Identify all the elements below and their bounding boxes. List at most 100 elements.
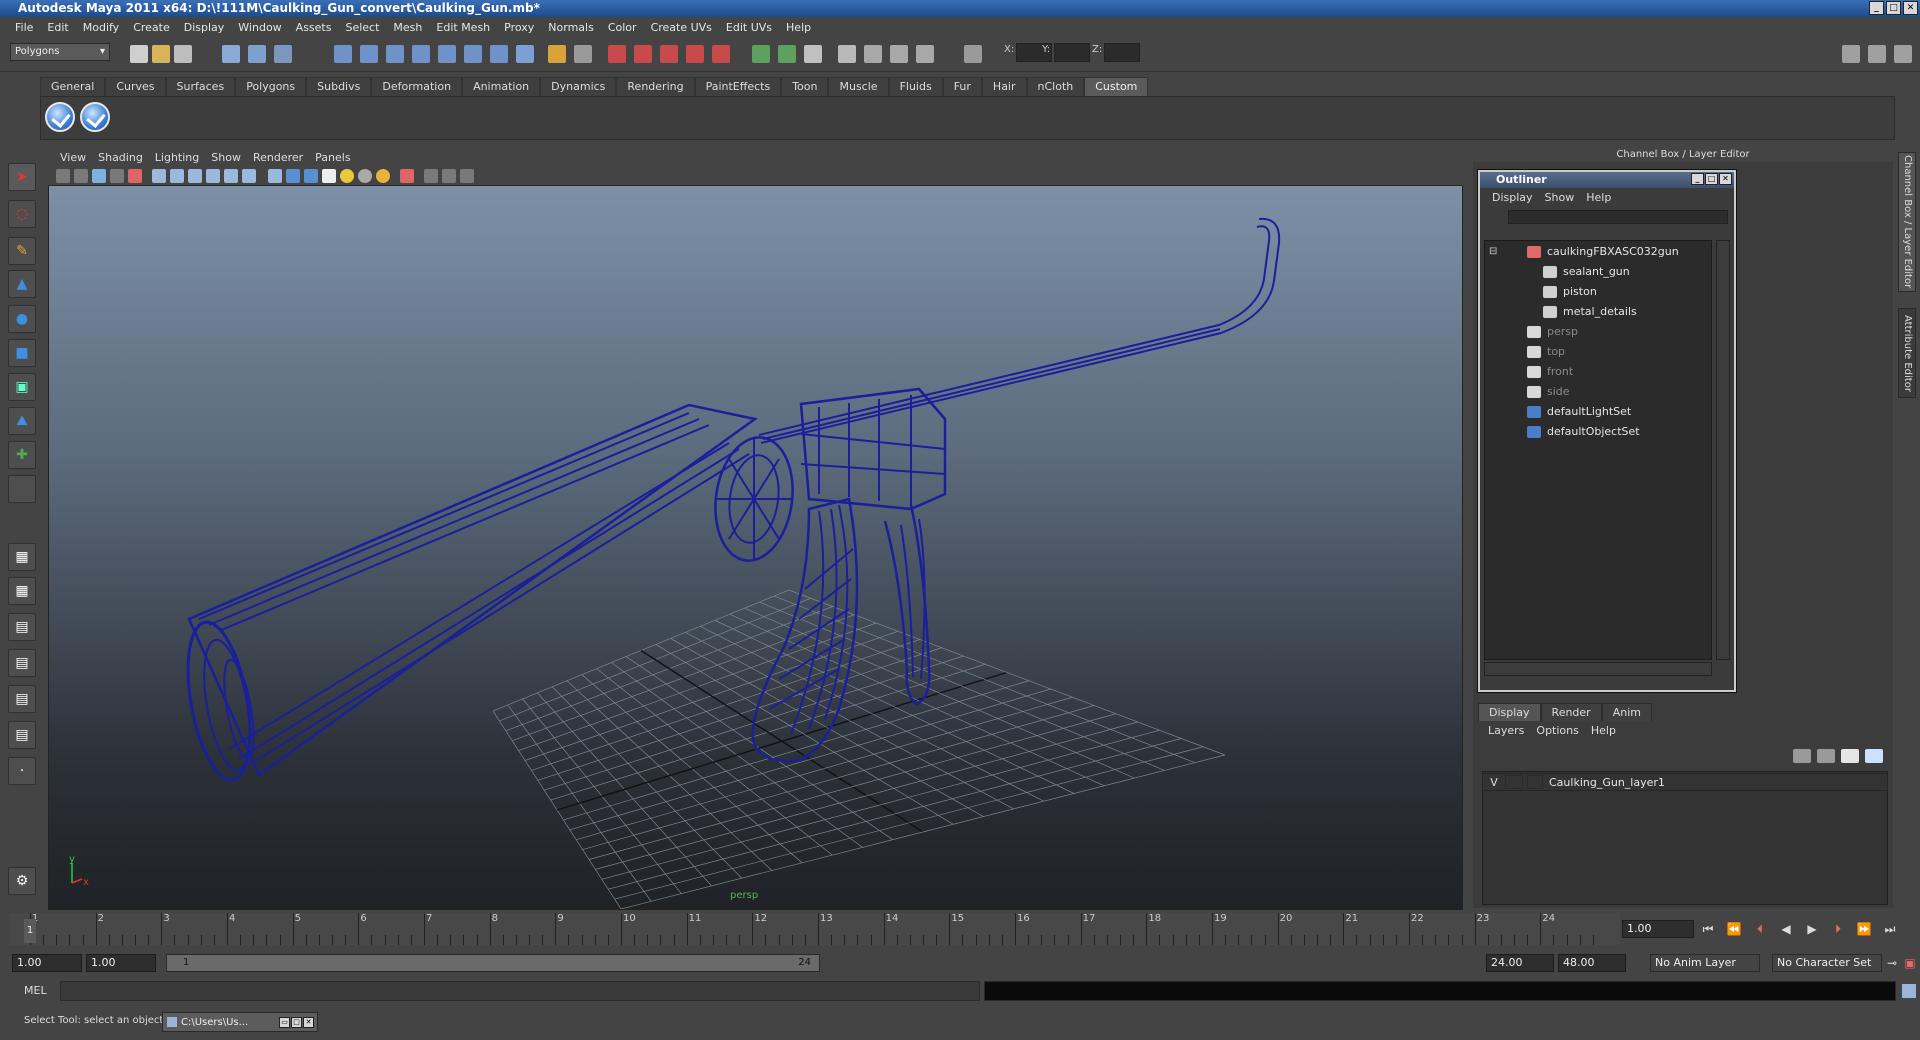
menu-create-uvs[interactable]: Create UVs	[644, 21, 719, 34]
menu-edit-mesh[interactable]: Edit Mesh	[429, 21, 497, 34]
pick-rendering-icon[interactable]	[490, 45, 508, 63]
outliner-minimize-button[interactable]: _	[1691, 173, 1704, 185]
pick-handles-icon[interactable]	[334, 45, 352, 63]
outliner-item[interactable]: piston	[1543, 283, 1597, 301]
viewport-menu-lighting[interactable]: Lighting	[149, 151, 205, 164]
shelf-tab-general[interactable]: General	[40, 77, 106, 96]
new-layer-selected-icon[interactable]	[1865, 749, 1883, 763]
image-plane-icon[interactable]	[110, 169, 124, 183]
camera-attributes-icon[interactable]	[74, 169, 88, 183]
outliner-item[interactable]: metal_details	[1543, 303, 1637, 321]
field-chart-icon[interactable]	[206, 169, 220, 183]
toggle-channel-box-icon[interactable]	[1842, 45, 1860, 63]
outliner-title-bar[interactable]: Outliner _ □ ✕	[1480, 172, 1734, 188]
maximize-window-icon[interactable]: □	[291, 1016, 302, 1028]
safe-action-icon[interactable]	[224, 169, 238, 183]
outliner-item[interactable]: top	[1527, 343, 1565, 361]
pick-surfaces-icon[interactable]	[412, 45, 430, 63]
current-time-marker[interactable]: 1	[24, 919, 36, 943]
hypershade-layout-icon[interactable]: ▤	[8, 685, 36, 713]
shelf-tab-rendering[interactable]: Rendering	[616, 77, 695, 96]
last-tool-icon[interactable]	[8, 475, 36, 503]
select-component-icon[interactable]	[274, 45, 292, 63]
outliner-close-button[interactable]: ✕	[1719, 173, 1732, 185]
select-object-icon[interactable]	[248, 45, 266, 63]
outliner-maximize-button[interactable]: □	[1705, 173, 1718, 185]
snap-view-plane-icon[interactable]	[686, 45, 704, 63]
output-ops-icon[interactable]	[778, 45, 796, 63]
maximize-button[interactable]: □	[1886, 1, 1901, 15]
command-language-label[interactable]: MEL	[24, 984, 47, 997]
xray-joints-icon[interactable]	[442, 169, 456, 183]
render-current-icon[interactable]	[864, 45, 882, 63]
bookmarks-icon[interactable]	[92, 169, 106, 183]
play-forwards-icon[interactable]: ▶	[1804, 921, 1820, 937]
construction-history-icon[interactable]	[804, 45, 822, 63]
menu-set-select[interactable]: Polygons ▾	[10, 43, 110, 61]
menu-color[interactable]: Color	[601, 21, 644, 34]
menu-edit[interactable]: Edit	[40, 21, 75, 34]
restore-window-icon[interactable]: ▭	[279, 1016, 290, 1028]
close-window-icon[interactable]: ✕	[303, 1016, 314, 1028]
outliner-menu-show[interactable]: Show	[1539, 191, 1581, 204]
shelf-tab-custom[interactable]: Custom	[1084, 77, 1149, 96]
new-empty-layer-icon[interactable]	[1841, 749, 1859, 763]
layer-menu-help[interactable]: Help	[1585, 724, 1622, 737]
toggle-attribute-editor-icon[interactable]	[1868, 45, 1886, 63]
z-field[interactable]	[1104, 43, 1140, 62]
layer-visibility-toggle[interactable]: V	[1483, 776, 1505, 789]
select-hierarchy-icon[interactable]	[222, 45, 240, 63]
script-editor-button-icon[interactable]	[1902, 984, 1916, 998]
smooth-shade-icon[interactable]	[286, 169, 300, 183]
outliner-item[interactable]: persp	[1527, 323, 1578, 341]
shelf-tab-dynamics[interactable]: Dynamics	[540, 77, 617, 96]
range-slider[interactable]: 1 24	[166, 954, 820, 972]
render-view-icon[interactable]	[838, 45, 856, 63]
go-to-start-icon[interactable]: ⏮	[1700, 921, 1716, 937]
new-scene-icon[interactable]	[130, 45, 148, 63]
play-backwards-icon[interactable]: ◀	[1778, 921, 1794, 937]
animation-start-field[interactable]: 1.00	[12, 954, 82, 972]
perspective-viewport[interactable]	[48, 148, 1463, 910]
graph-persp-layout-icon[interactable]: ▤	[8, 721, 36, 749]
high-quality-icon[interactable]	[376, 169, 390, 183]
minimized-window-tab[interactable]: C:\Users\Us... ▭ □ ✕	[162, 1012, 318, 1032]
auto-key-icon[interactable]: ⊸	[1884, 955, 1900, 971]
pick-dynamics-icon[interactable]	[464, 45, 482, 63]
ipr-render-icon[interactable]	[890, 45, 908, 63]
paint-select-tool-icon[interactable]: ✎	[8, 237, 36, 265]
time-slider[interactable]: 1234567891011121314151617181920212223241	[10, 913, 1620, 945]
character-set-select[interactable]: No Character Set	[1772, 954, 1882, 972]
menu-assets[interactable]: Assets	[289, 21, 339, 34]
command-input[interactable]	[60, 981, 980, 1001]
layer-row[interactable]: V Caulking_Gun_layer1	[1482, 773, 1888, 791]
menu-proxy[interactable]: Proxy	[497, 21, 541, 34]
rotate-tool-icon[interactable]: ●	[8, 305, 36, 333]
go-to-end-icon[interactable]: ⏭	[1882, 921, 1898, 937]
layer-tab-render[interactable]: Render	[1540, 703, 1602, 721]
viewport-menu-renderer[interactable]: Renderer	[247, 151, 309, 164]
shelf-tab-ncloth[interactable]: nCloth	[1026, 77, 1085, 96]
menu-normals[interactable]: Normals	[541, 21, 601, 34]
move-layer-down-icon[interactable]	[1817, 749, 1835, 763]
step-forward-key-icon[interactable]: ⏵	[1830, 921, 1846, 937]
playback-start-field[interactable]: 1.00	[86, 954, 156, 972]
layer-type-toggle[interactable]	[1505, 775, 1523, 789]
menu-modify[interactable]: Modify	[76, 21, 126, 34]
menu-select[interactable]: Select	[338, 21, 386, 34]
outliner-horizontal-scrollbar[interactable]	[1484, 662, 1712, 676]
scale-tool-icon[interactable]: ■	[8, 339, 36, 367]
shelf-tab-toon[interactable]: Toon	[781, 77, 829, 96]
menu-edit-uvs[interactable]: Edit UVs	[719, 21, 779, 34]
select-camera-icon[interactable]	[56, 169, 70, 183]
shadows-icon[interactable]	[358, 169, 372, 183]
script-editor-icon[interactable]: ⚙	[8, 867, 36, 895]
menu-mesh[interactable]: Mesh	[386, 21, 429, 34]
film-gate-icon[interactable]	[152, 169, 166, 183]
viewport-menu-view[interactable]: View	[54, 151, 92, 164]
outliner-expand-toggle[interactable]: ⊟	[1489, 243, 1497, 261]
y-field[interactable]	[1054, 43, 1090, 62]
toggle-tool-settings-icon[interactable]	[1894, 45, 1912, 63]
shelf-tab-muscle[interactable]: Muscle	[828, 77, 889, 96]
snap-grid-icon[interactable]	[608, 45, 626, 63]
